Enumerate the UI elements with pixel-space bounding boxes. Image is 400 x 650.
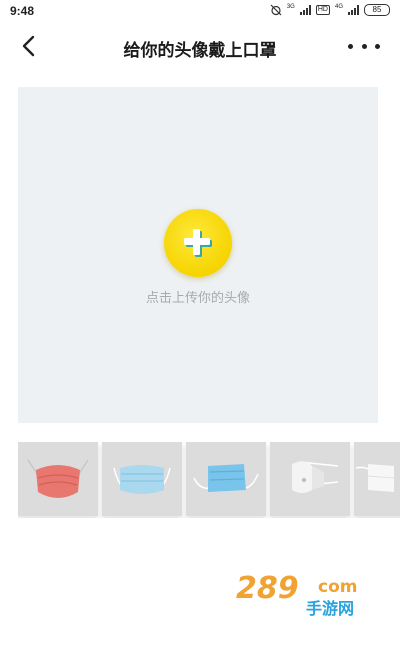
signal-icon-2 xyxy=(348,5,359,15)
mask-option-blue-surgical[interactable] xyxy=(102,442,182,516)
status-icons: 3G HD 4G 85 xyxy=(270,4,390,16)
site-watermark: 289 com 手游网 xyxy=(235,568,386,628)
blue-medical-mask-icon xyxy=(193,464,259,492)
more-dot-icon xyxy=(348,43,353,49)
red-mask-icon xyxy=(27,459,89,498)
alarm-off-icon xyxy=(270,4,282,16)
blue-surgical-mask-icon xyxy=(113,465,171,494)
network-type-2: 4G xyxy=(334,4,343,10)
avatar-upload-area[interactable]: 点击上传你的头像 xyxy=(18,87,378,423)
hd-badge: HD xyxy=(315,5,330,15)
mask-option-white-kn95[interactable] xyxy=(354,442,400,516)
watermark-domain: com xyxy=(318,577,357,597)
mask-option-red[interactable] xyxy=(18,442,98,516)
mask-option-blue-medical[interactable] xyxy=(186,442,266,516)
more-dot-icon xyxy=(375,43,380,49)
status-bar: 9:48 3G HD 4G 85 xyxy=(0,0,400,22)
battery-indicator: 85 xyxy=(364,4,390,16)
more-options-button[interactable] xyxy=(348,34,380,58)
watermark-number: 289 xyxy=(236,571,299,606)
more-dot-icon xyxy=(361,43,367,49)
page-title: 给你的头像戴上口罩 xyxy=(123,41,277,61)
upload-avatar-button[interactable] xyxy=(164,209,232,277)
white-n95-mask-icon xyxy=(292,461,339,493)
white-kn95-mask-icon xyxy=(355,464,395,492)
signal-icon-1 xyxy=(299,5,311,15)
watermark-subtitle: 手游网 xyxy=(306,599,354,618)
plus-icon xyxy=(184,229,212,257)
nav-bar: 给你的头像戴上口罩 xyxy=(0,22,400,72)
mask-option-white-n95[interactable] xyxy=(270,442,350,516)
upload-hint: 点击上传你的头像 xyxy=(145,291,250,306)
status-time: 9:48 xyxy=(10,4,35,18)
mask-selector xyxy=(18,442,400,518)
network-type-1: 3G xyxy=(286,4,295,10)
watermark-logo: 289 com 手游网 xyxy=(235,570,358,618)
